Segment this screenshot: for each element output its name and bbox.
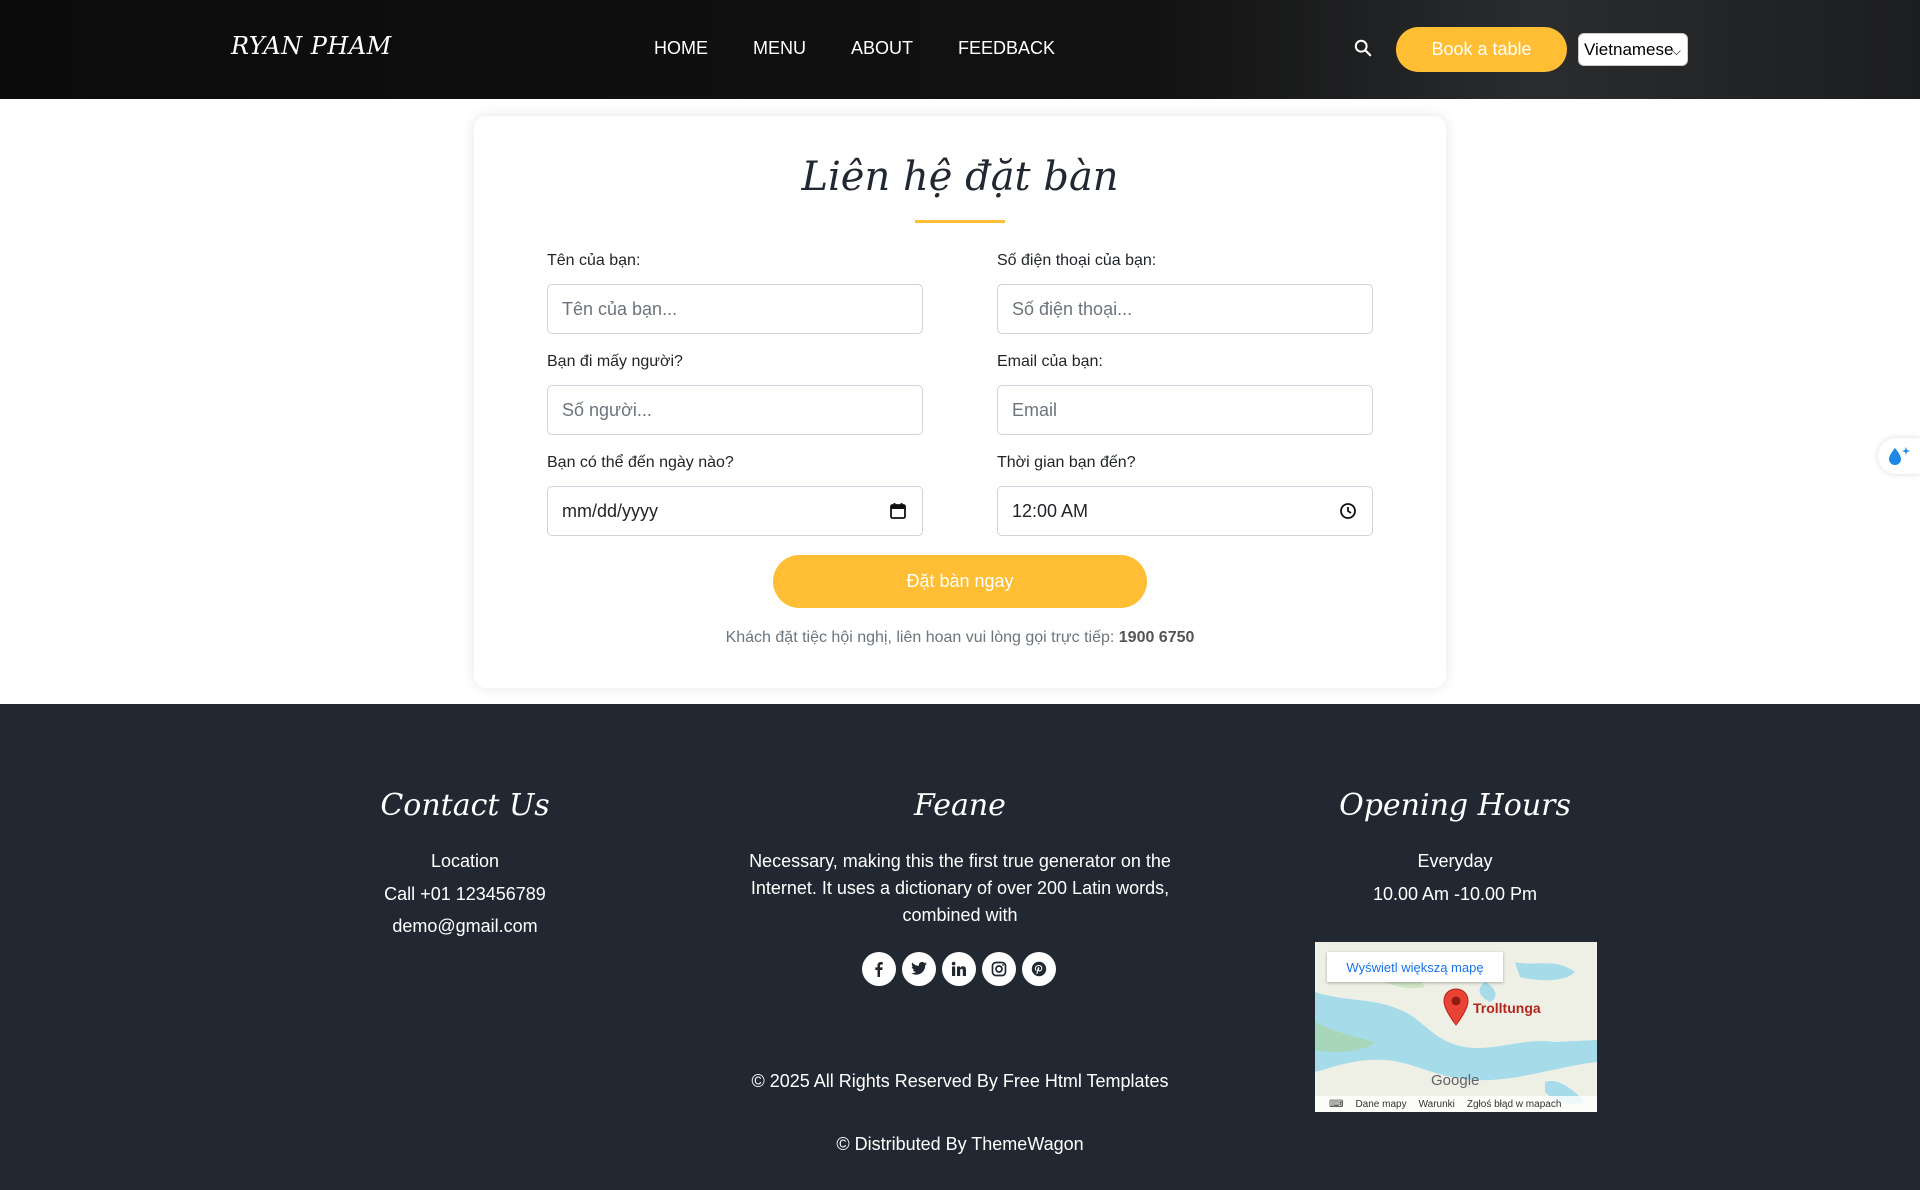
name-placeholder: Tên của bạn...	[562, 298, 678, 319]
map-pin-icon[interactable]	[1441, 987, 1471, 1027]
pinterest-icon[interactable]	[1022, 952, 1056, 986]
time-value: 12:00 AM	[1012, 500, 1089, 521]
search-icon[interactable]	[1354, 39, 1372, 57]
title-underline	[915, 220, 1005, 223]
hours-time: 10.00 Am -10.00 Pm	[1372, 884, 1538, 904]
name-label: Tên của bạn:	[547, 252, 641, 269]
map-data-link[interactable]: Dane mapy	[1355, 1099, 1406, 1110]
hours-title: Opening Hours	[1339, 788, 1571, 823]
booking-card: Liên hệ đặt bàn Tên của bạn: Tên của bạn…	[474, 116, 1446, 688]
map-report-link[interactable]: Zgłoś błąd w mapach	[1467, 1099, 1562, 1110]
language-value: Vietnamese	[1584, 39, 1674, 59]
distributed-text[interactable]: © Distributed By ThemeWagon	[660, 1131, 1260, 1158]
phone-label: Số điện thoại của bạn:	[997, 252, 1157, 269]
facebook-icon[interactable]	[862, 952, 896, 986]
language-select[interactable]: Vietnamese ⌵	[1578, 33, 1688, 66]
map-attribution: ⌨ Dane mapy Warunki Zgłoś błąd w mapach	[1315, 1096, 1597, 1112]
linkedin-icon[interactable]	[942, 952, 976, 986]
guests-label: Bạn đi mấy người?	[547, 353, 683, 370]
phone-placeholder: Số điện thoại...	[1012, 298, 1133, 319]
guests-placeholder: Số người...	[562, 399, 652, 420]
chevron-down-icon: ⌵	[1671, 44, 1681, 58]
site-header: RYAN PHAM HOME MENU ABOUT FEEDBACK Book …	[0, 0, 1920, 99]
contact-email[interactable]: demo@gmail.com	[315, 913, 615, 940]
date-input[interactable]: mm/dd/yyyy	[547, 486, 923, 536]
date-value: mm/dd/yyyy	[562, 500, 659, 521]
nav-menu[interactable]: MENU	[753, 38, 806, 59]
map-terms-link[interactable]: Warunki	[1419, 1099, 1455, 1110]
hours-days: Everyday	[1417, 851, 1493, 871]
clock-icon[interactable]	[1339, 502, 1357, 520]
keyboard-icon[interactable]: ⌨	[1329, 1099, 1343, 1110]
time-label: Thời gian bạn đến?	[997, 454, 1136, 471]
note-phone: 1900 6750	[1118, 629, 1195, 646]
email-label: Email của bạn:	[997, 353, 1103, 370]
email-input[interactable]: Email	[997, 385, 1373, 435]
nav-home[interactable]: HOME	[654, 38, 708, 59]
calendar-icon[interactable]	[889, 502, 907, 520]
side-widget-top[interactable]	[1878, 438, 1920, 474]
phone-input[interactable]: Số điện thoại...	[997, 284, 1373, 334]
view-larger-map-link[interactable]: Wyświetl większą mapę	[1327, 952, 1503, 982]
contact-phone[interactable]: Call +01 123456789	[315, 881, 615, 908]
instagram-icon[interactable]	[982, 952, 1016, 986]
nav-about[interactable]: ABOUT	[851, 38, 913, 59]
brand-title: Feane	[914, 788, 1006, 823]
social-links	[862, 952, 1056, 986]
map-place-label: Trolltunga	[1473, 1000, 1541, 1016]
contact-title: Contact Us	[380, 788, 550, 823]
copyright-text: © 2025 All Rights Reserved By Free Html …	[751, 1071, 1169, 1091]
brand-logo[interactable]: RYAN PHAM	[231, 32, 392, 60]
contact-location[interactable]: Location	[315, 848, 615, 875]
twitter-icon[interactable]	[902, 952, 936, 986]
name-input[interactable]: Tên của bạn...	[547, 284, 923, 334]
water-drop-icon	[1889, 447, 1910, 465]
embedded-map[interactable]: Wyświetl większą mapę Trolltunga Google …	[1315, 942, 1597, 1112]
site-footer: Contact Us Location Call +01 123456789 d…	[0, 704, 1920, 1190]
time-input[interactable]: 12:00 AM	[997, 486, 1373, 536]
booking-note: Khách đặt tiệc hội nghị, liên hoan vui l…	[474, 629, 1446, 647]
email-placeholder: Email	[1012, 399, 1058, 420]
main-nav: HOME MENU ABOUT FEEDBACK	[654, 38, 1055, 59]
book-table-button[interactable]: Book a table	[1396, 27, 1567, 72]
brand-description: Necessary, making this the first true ge…	[749, 851, 1171, 925]
date-label: Bạn có thể đến ngày nào?	[547, 454, 734, 471]
google-logo: Google	[1431, 1072, 1480, 1089]
booking-title: Liên hệ đặt bàn	[801, 154, 1119, 200]
book-now-button[interactable]: Đặt bàn ngay	[773, 555, 1147, 608]
guests-input[interactable]: Số người...	[547, 385, 923, 435]
note-text: Khách đặt tiệc hội nghị, liên hoan vui l…	[725, 629, 1115, 646]
nav-feedback[interactable]: FEEDBACK	[958, 38, 1055, 59]
